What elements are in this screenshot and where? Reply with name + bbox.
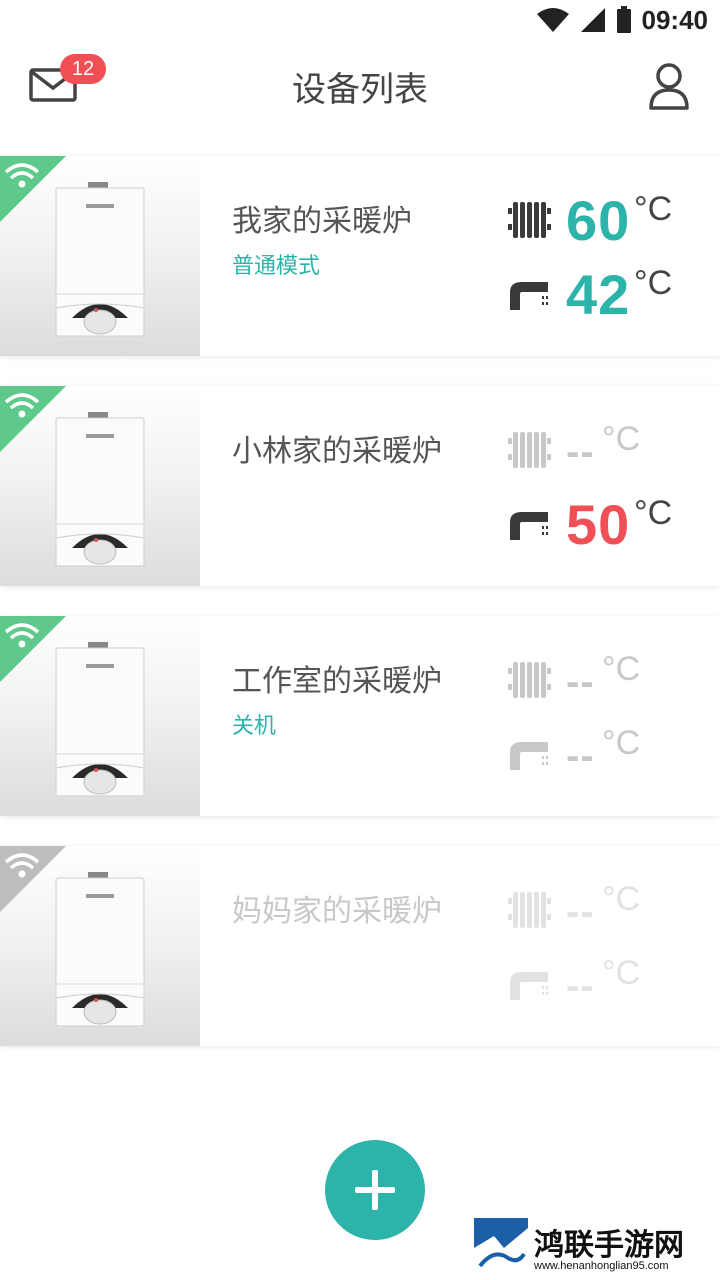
- device-thumbnail: [0, 846, 200, 1046]
- water-temp-value: --: [566, 734, 595, 778]
- heating-temp-value: --: [566, 430, 595, 474]
- watermark: 鸿联手游网 www.henanhonglian95.com: [470, 1218, 716, 1276]
- radiator-icon: [508, 892, 551, 928]
- device-card[interactable]: 工作室的采暖炉 关机 -- °C -- °C: [0, 616, 720, 816]
- app-screen: 09:40 12 设备列表 我家的采暖炉 普通模式 60 °C 42 °C 小林…: [0, 0, 720, 1280]
- water-temp-value: 42: [566, 263, 631, 326]
- device-name: 妈妈家的采暖炉: [232, 894, 442, 929]
- device-card[interactable]: 我家的采暖炉 普通模式 60 °C 42 °C: [0, 156, 720, 356]
- heating-temp-row: -- °C: [506, 420, 706, 480]
- temp-unit: °C: [602, 650, 641, 688]
- temp-unit: °C: [602, 420, 641, 458]
- device-name: 我家的采暖炉: [232, 204, 412, 239]
- device-card[interactable]: 小林家的采暖炉 -- °C 50 °C: [0, 386, 720, 586]
- user-icon: [649, 63, 689, 110]
- water-temp-row: -- °C: [506, 724, 706, 784]
- water-temp-row: -- °C: [506, 954, 706, 1014]
- heating-temp-row: -- °C: [506, 880, 706, 940]
- status-bar: 09:40: [0, 0, 720, 40]
- faucet-icon: [510, 282, 548, 310]
- page-title: 设备列表: [292, 70, 428, 110]
- faucet-icon: [510, 512, 548, 540]
- device-mode: 普通模式: [232, 254, 321, 279]
- radiator-icon: [508, 202, 551, 238]
- status-time: 09:40: [641, 4, 709, 35]
- radiator-icon: [508, 662, 551, 698]
- device-card[interactable]: 妈妈家的采暖炉 -- °C -- °C: [0, 846, 720, 1046]
- add-device-button[interactable]: [325, 1140, 425, 1240]
- faucet-icon: [510, 742, 548, 770]
- wifi-signal-icon: [536, 8, 569, 32]
- water-temp-row: 50 °C: [506, 493, 706, 556]
- watermark-logo: [474, 1218, 528, 1274]
- water-temp-row: 42 °C: [506, 263, 706, 326]
- plus-icon: [355, 1170, 395, 1210]
- temp-unit: °C: [634, 494, 673, 532]
- watermark-url: www.henanhonglian95.com: [534, 1260, 669, 1272]
- device-thumbnail: [0, 156, 200, 356]
- heating-temp-value: --: [566, 890, 595, 934]
- wifi-icon: [0, 156, 66, 222]
- device-name: 工作室的采暖炉: [232, 664, 442, 699]
- battery-icon: [616, 6, 631, 33]
- wifi-icon: [0, 846, 66, 912]
- temp-unit: °C: [602, 724, 641, 762]
- heating-temp-value: 60: [566, 189, 631, 252]
- device-mode: 关机: [232, 714, 277, 739]
- heating-temp-row: 60 °C: [506, 189, 706, 252]
- faucet-icon: [510, 972, 548, 1000]
- profile-button[interactable]: [648, 62, 690, 110]
- cell-signal-icon: [580, 8, 605, 32]
- temp-unit: °C: [634, 190, 673, 228]
- temp-unit: °C: [602, 880, 641, 918]
- heating-temp-value: --: [566, 660, 595, 704]
- temp-unit: °C: [602, 954, 641, 992]
- device-name: 小林家的采暖炉: [232, 434, 442, 469]
- device-thumbnail: [0, 386, 200, 586]
- water-temp-value: --: [566, 964, 595, 1008]
- app-header: 12 设备列表: [0, 40, 720, 136]
- wifi-icon: [0, 386, 66, 452]
- radiator-icon: [508, 432, 551, 468]
- heating-temp-row: -- °C: [506, 650, 706, 710]
- device-thumbnail: [0, 616, 200, 816]
- temp-unit: °C: [634, 264, 673, 302]
- water-temp-value: 50: [566, 493, 631, 556]
- watermark-name: 鸿联手游网: [534, 1228, 684, 1263]
- wifi-icon: [0, 616, 66, 682]
